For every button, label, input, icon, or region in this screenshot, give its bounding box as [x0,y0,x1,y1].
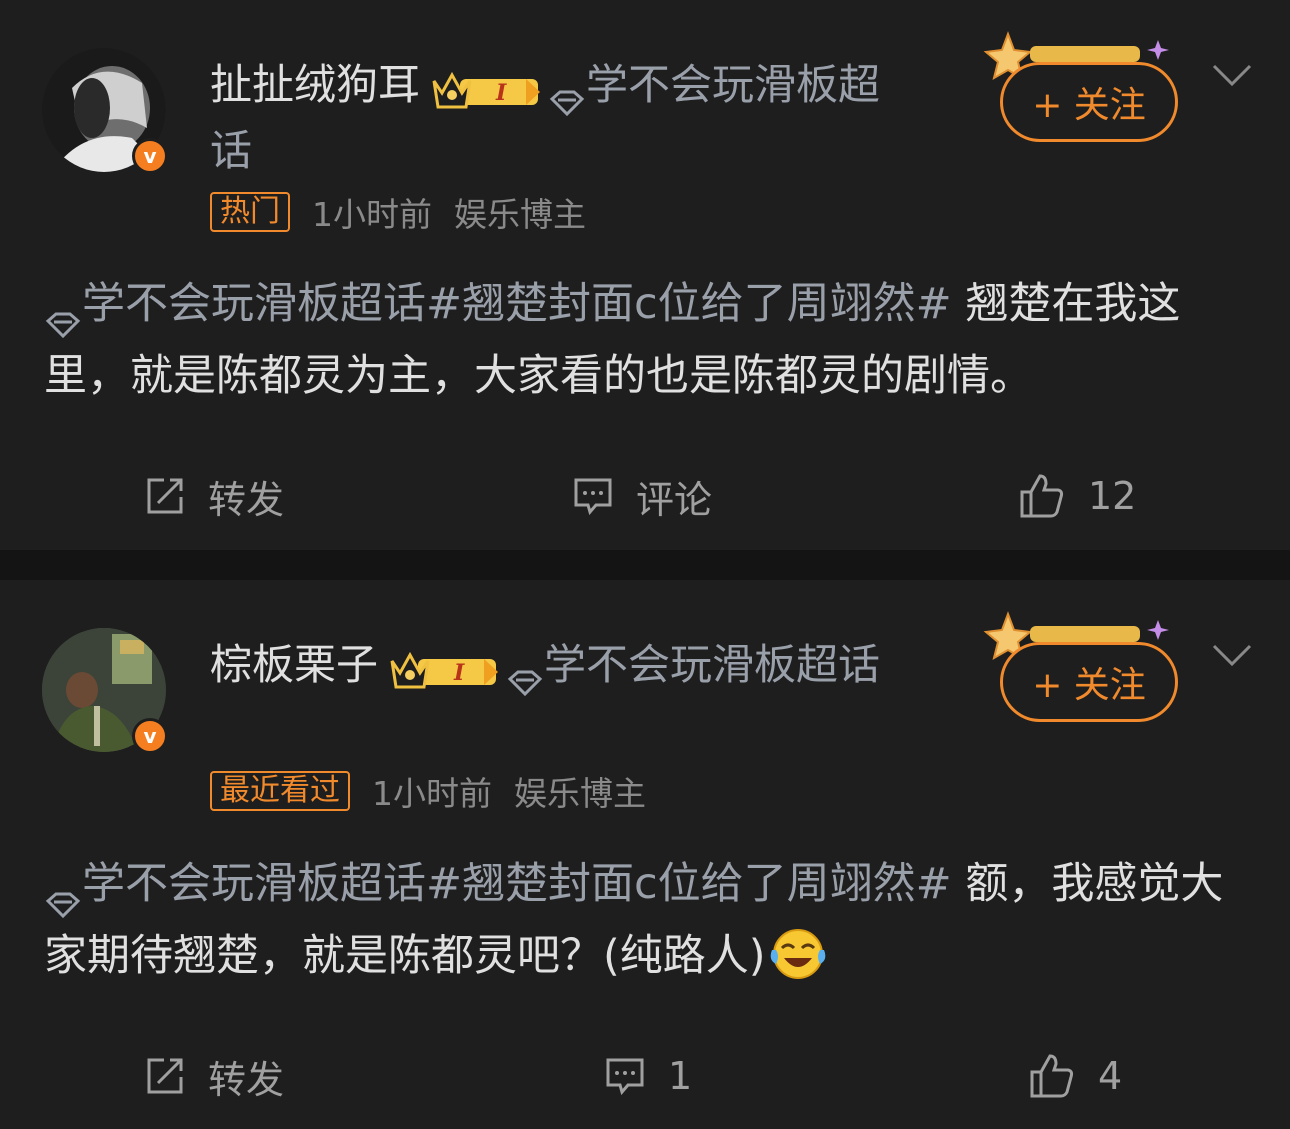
author-role: 娱乐博主 [514,774,646,813]
chevron-down-icon[interactable] [1210,60,1254,90]
like-count: 12 [1088,474,1137,518]
post-header: 棕板栗子 I 学不会玩滑板超话 [210,632,890,698]
action-bar: 转发 评论 12 [0,466,1290,526]
repost-icon [147,478,183,514]
feed: v 扯扯绒狗耳 I 学不会玩滑板超话 热门 1小时前 娱乐博主 + 关注 学不会… [0,0,1290,1129]
follow-button[interactable]: + 关注 [1000,62,1178,142]
diamond-icon [506,650,544,696]
diamond-icon [548,70,586,116]
recently-viewed-tag: 最近看过 [210,771,350,811]
post-card[interactable]: v 扯扯绒狗耳 I 学不会玩滑板超话 热门 1小时前 娱乐博主 + 关注 学不会… [0,0,1290,550]
follow-area: + 关注 [980,610,1190,730]
post-time: 1小时前 [312,195,432,234]
action-bar: 转发 1 4 [0,1046,1290,1106]
comment-count: 1 [668,1054,693,1098]
username[interactable]: 扯扯绒狗耳 [210,60,420,109]
comment-icon [574,478,612,516]
comment-button[interactable]: 评论 [572,466,712,526]
post-meta: 热门 1小时前 娱乐博主 [210,188,586,236]
post-separator [0,550,1290,580]
repost-icon [147,1058,183,1094]
svg-text:I: I [453,660,465,686]
repost-button[interactable]: 转发 [144,466,284,526]
post-meta: 最近看过 1小时前 娱乐博主 [210,767,646,815]
like-button[interactable]: 4 [1028,1046,1122,1106]
svg-text:I: I [495,80,507,106]
follow-area: + 关注 [980,30,1190,150]
hot-tag: 热门 [210,192,290,232]
comment-button[interactable]: 1 [604,1046,692,1106]
supertopic-link[interactable]: 学不会玩滑板超话 [544,640,880,689]
diamond-icon [44,869,82,918]
diamond-icon [44,289,82,338]
post-time: 1小时前 [372,774,492,813]
crown-icon: I [388,644,500,688]
post-body: 学不会玩滑板超话#翘楚封面c位给了周翊然# 额，我感觉大家期待翘楚，就是陈都灵吧… [44,848,1254,992]
author-role: 娱乐博主 [454,195,586,234]
thumbs-up-icon [1030,1054,1074,1098]
post-body: 学不会玩滑板超话#翘楚封面c位给了周翊然# 翘楚在我这里，就是陈都灵为主，大家看… [44,268,1254,412]
post-header: 扯扯绒狗耳 I 学不会玩滑板超话 [210,52,890,184]
thumbs-up-icon [1020,474,1064,518]
repost-button[interactable]: 转发 [144,1046,284,1106]
chevron-down-icon[interactable] [1210,640,1254,670]
post-card[interactable]: v 棕板栗子 I 学不会玩滑板超话 最近看过 1小时前 娱乐博主 + 关注 学不… [0,580,1290,1129]
crown-icon: I [430,64,542,108]
comment-icon [606,1058,644,1096]
like-count: 4 [1098,1054,1123,1098]
username[interactable]: 棕板栗子 [210,640,378,689]
follow-button[interactable]: + 关注 [1000,642,1178,722]
topic-link[interactable]: 学不会玩滑板超话#翘楚封面c位给了周翊然# [82,279,952,329]
laughing-crying-emoji-icon [766,926,830,982]
repost-label: 转发 [208,1057,285,1102]
verified-badge-icon: v [132,718,168,754]
verified-badge-icon: v [132,138,168,174]
repost-label: 转发 [208,477,285,522]
like-button[interactable]: 12 [1018,466,1136,526]
topic-link[interactable]: 学不会玩滑板超话#翘楚封面c位给了周翊然# [82,859,952,909]
comment-label: 评论 [636,477,713,522]
